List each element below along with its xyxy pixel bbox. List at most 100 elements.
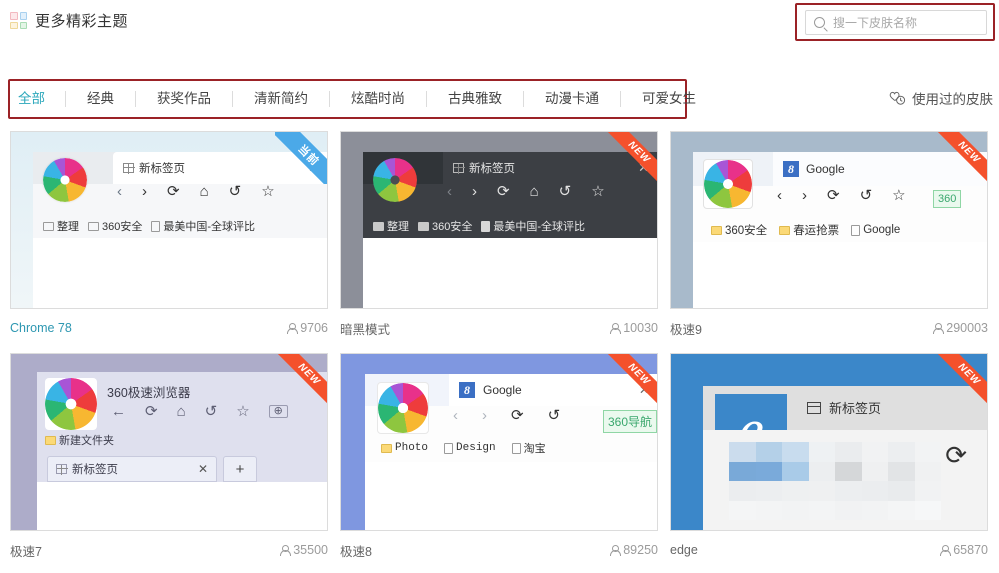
reload-icon: ⟳ xyxy=(827,187,840,204)
theme-card-speed-8[interactable]: NEW 8 Google ✕ ‹ xyxy=(340,353,658,561)
back-icon: ‹ xyxy=(453,407,458,424)
reload-icon: ⟳ xyxy=(945,440,967,470)
theme-thumbnail[interactable]: NEW 8 Google ‹ › ⟳ ↺ ☆ 360 360安全 春运抢票 Go… xyxy=(670,131,988,309)
bookmark-item: 春运抢票 xyxy=(779,222,839,238)
undo-icon: ↺ xyxy=(859,187,873,204)
bookmark-item: Photo xyxy=(381,442,428,454)
new-tab-page-icon xyxy=(807,401,821,414)
thumbnail-tab-title: 新标签页 xyxy=(139,163,185,175)
theme-card-footer: 极速8 89250 xyxy=(340,531,658,561)
bookmark-item: 淘宝 xyxy=(511,440,546,456)
browser-logo-icon xyxy=(43,158,87,202)
address-bar-chip: 360导航 xyxy=(603,410,657,433)
theme-thumbnail[interactable]: NEW e 新标签页 ⟳ xyxy=(670,353,988,531)
theme-thumbnail[interactable]: NEW 360极速浏览器 ← ⟳ ⌂ ↺ ☆ ⊕ 新建文件夹 新标签页 ✕ + xyxy=(10,353,328,531)
google-icon: 8 xyxy=(783,161,799,177)
theme-thumbnail[interactable]: NEW 8 Google ✕ ‹ xyxy=(340,353,658,531)
new-badge: NEW xyxy=(935,132,987,184)
theme-card-footer: 极速7 35500 xyxy=(10,531,328,561)
theme-view-count: 65870 xyxy=(940,543,988,557)
undo-icon: ↺ xyxy=(547,407,561,424)
favorite-icon: ☆ xyxy=(591,183,605,200)
page-title: 更多精彩主题 xyxy=(35,13,129,30)
folder-icon xyxy=(779,225,791,235)
thumbnail-nav-row: ‹ › ⟳ ⌂ ↺ ☆ xyxy=(117,184,275,199)
document-icon xyxy=(444,442,454,454)
document-icon xyxy=(511,442,521,454)
theme-view-count: 290003 xyxy=(933,321,988,335)
browser-logo-icon xyxy=(373,158,417,202)
history-heart-icon xyxy=(889,91,906,106)
back-icon: ‹ xyxy=(447,183,452,200)
theme-card-speed-9[interactable]: NEW 8 Google ‹ › ⟳ ↺ ☆ 360 360安全 春运抢票 Go… xyxy=(670,131,988,339)
theme-name: 极速8 xyxy=(340,544,372,559)
new-tab-page-icon xyxy=(453,163,465,174)
new-tab-page-icon xyxy=(123,163,135,174)
folder-icon xyxy=(43,221,54,231)
mosaic-censor-block xyxy=(729,442,941,520)
new-badge: NEW xyxy=(605,354,657,406)
tab-classic[interactable]: 经典 xyxy=(66,91,136,107)
reload-icon: ⟳ xyxy=(497,183,510,200)
theme-grid: 当前 新标签页 ✕ ‹ xyxy=(10,131,990,561)
folder-icon xyxy=(711,225,722,235)
tab-cute-girl[interactable]: 可爱女生 xyxy=(621,91,717,107)
thumbnail-bookmark-row: Photo Design 淘宝 xyxy=(381,440,546,456)
folder-icon xyxy=(88,221,99,231)
new-badge: NEW xyxy=(605,132,657,184)
reload-icon: ⟳ xyxy=(167,183,180,200)
theme-name: 极速9 xyxy=(670,322,702,337)
bookmark-item: 最美中国-全球评比 xyxy=(481,218,585,234)
thumbnail-tab-title-wrap: 新标签页 xyxy=(123,160,185,176)
tab-all[interactable]: 全部 xyxy=(14,91,66,107)
tab-anime-cartoon[interactable]: 动漫卡通 xyxy=(524,91,621,107)
thumbnail-tab-title: 新标签页 xyxy=(469,163,515,175)
theme-card-footer: 极速9 290003 xyxy=(670,309,988,339)
thumbnail-bookmark-row: 整理 360安全 最美中国-全球评比 xyxy=(373,218,585,234)
thumbnail-nav-row: ‹ › ⟳ ↺ xyxy=(453,408,560,423)
search-input[interactable] xyxy=(831,14,978,31)
bookmark-item: 360安全 xyxy=(88,218,142,234)
bookmark-item: Google xyxy=(851,224,900,236)
new-tab-button[interactable]: + xyxy=(223,456,257,482)
used-skins-button[interactable]: 使用过的皮肤 xyxy=(889,88,993,108)
forward-icon: › xyxy=(472,183,477,200)
theme-view-count: 89250 xyxy=(610,543,658,557)
theme-card-dark-mode[interactable]: NEW 新标签页 ✕ ‹ xyxy=(340,131,658,339)
person-icon xyxy=(287,322,299,334)
home-icon: ⌂ xyxy=(199,183,209,200)
bookmark-item: 最美中国-全球评比 xyxy=(151,218,255,234)
tab-classic-elegant[interactable]: 古典雅致 xyxy=(427,91,524,107)
theme-row: NEW 360极速浏览器 ← ⟳ ⌂ ↺ ☆ ⊕ 新建文件夹 新标签页 ✕ + … xyxy=(10,353,990,561)
thumbnail-tab-title-wrap: 新标签页 xyxy=(453,160,515,176)
thumbnail-tab-title: 360极速浏览器 xyxy=(107,386,191,400)
folder-icon xyxy=(381,443,392,453)
search-box[interactable] xyxy=(805,10,987,35)
theme-card-edge[interactable]: NEW e 新标签页 ⟳ xyxy=(670,353,988,561)
new-badge: NEW xyxy=(935,354,987,406)
tab-cool-fashion[interactable]: 炫酷时尚 xyxy=(330,91,427,107)
tab-award-winning[interactable]: 获奖作品 xyxy=(136,91,233,107)
theme-name: 暗黑模式 xyxy=(340,322,391,337)
new-tab-page-icon xyxy=(56,464,68,475)
theme-card-chrome-78[interactable]: 当前 新标签页 ✕ ‹ xyxy=(10,131,328,339)
theme-view-count: 35500 xyxy=(280,543,328,557)
theme-name: edge xyxy=(670,543,698,557)
bookmark-item: 新建文件夹 xyxy=(45,432,114,448)
grid-squares-icon xyxy=(10,12,27,29)
bookmark-item: 整理 xyxy=(373,218,409,234)
theme-thumbnail[interactable]: NEW 新标签页 ✕ ‹ xyxy=(340,131,658,309)
current-badge: 当前 xyxy=(275,132,327,184)
tab-fresh-simple[interactable]: 清新简约 xyxy=(233,91,330,107)
thumbnail-tab-title: 新标签页 xyxy=(829,401,882,416)
theme-card-speed-7[interactable]: NEW 360极速浏览器 ← ⟳ ⌂ ↺ ☆ ⊕ 新建文件夹 新标签页 ✕ + … xyxy=(10,353,328,561)
thumbnail-bottom-tab-title: 新标签页 xyxy=(72,464,118,476)
bookmark-item: 360安全 xyxy=(711,222,767,238)
theme-thumbnail[interactable]: 当前 新标签页 ✕ ‹ xyxy=(10,131,328,309)
back-icon: ← xyxy=(111,403,126,420)
favorite-icon: ☆ xyxy=(236,403,250,420)
forward-icon: › xyxy=(142,183,147,200)
bookmark-item: 360安全 xyxy=(418,218,472,234)
undo-icon: ↺ xyxy=(228,183,242,200)
reload-icon: ⟳ xyxy=(145,403,158,420)
